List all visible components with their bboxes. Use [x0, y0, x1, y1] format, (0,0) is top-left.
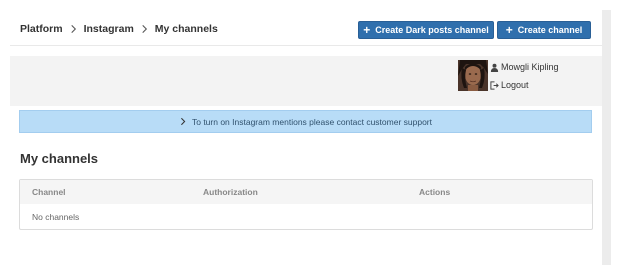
create-dark-posts-channel-label: Create Dark posts channel	[375, 25, 489, 35]
breadcrumb-item-instagram[interactable]: Instagram	[84, 23, 134, 35]
user-name[interactable]: Mowgli Kipling	[490, 62, 559, 72]
page: Platform Instagram My channels + Create …	[10, 8, 602, 265]
user-bar: Mowgli Kipling Logout	[10, 56, 602, 106]
table-header: Channel Authorization Actions	[20, 180, 592, 204]
create-channel-label: Create channel	[517, 25, 583, 35]
plus-icon: +	[363, 23, 371, 37]
column-header-channel: Channel	[32, 187, 66, 197]
create-dark-posts-channel-button[interactable]: + Create Dark posts channel	[358, 21, 494, 39]
user-icon	[490, 63, 499, 72]
avatar	[458, 60, 488, 91]
top-bar: Platform Instagram My channels + Create …	[10, 8, 602, 46]
plus-icon: +	[505, 23, 513, 37]
column-header-authorization: Authorization	[203, 187, 258, 197]
user-name-label: Mowgli Kipling	[501, 62, 559, 72]
info-alert: To turn on Instagram mentions please con…	[19, 110, 592, 133]
chevron-right-icon	[140, 24, 149, 34]
breadcrumb: Platform Instagram My channels	[20, 23, 218, 35]
chevron-right-icon	[181, 117, 186, 126]
logout-link[interactable]: Logout	[490, 80, 529, 90]
create-channel-button[interactable]: + Create channel	[497, 21, 591, 39]
vertical-scrollbar[interactable]	[602, 10, 611, 265]
logout-label: Logout	[501, 80, 529, 90]
alert-text: To turn on Instagram mentions please con…	[191, 116, 432, 127]
page-title: My channels	[20, 151, 99, 166]
breadcrumb-item-platform[interactable]: Platform	[20, 23, 63, 35]
empty-state-text: No channels	[32, 212, 80, 222]
chevron-right-icon	[69, 24, 78, 34]
logout-icon	[490, 80, 499, 90]
breadcrumb-item-current: My channels	[154, 23, 218, 35]
channels-table: Channel Authorization Actions No channel…	[19, 179, 593, 230]
column-header-actions: Actions	[419, 187, 451, 197]
